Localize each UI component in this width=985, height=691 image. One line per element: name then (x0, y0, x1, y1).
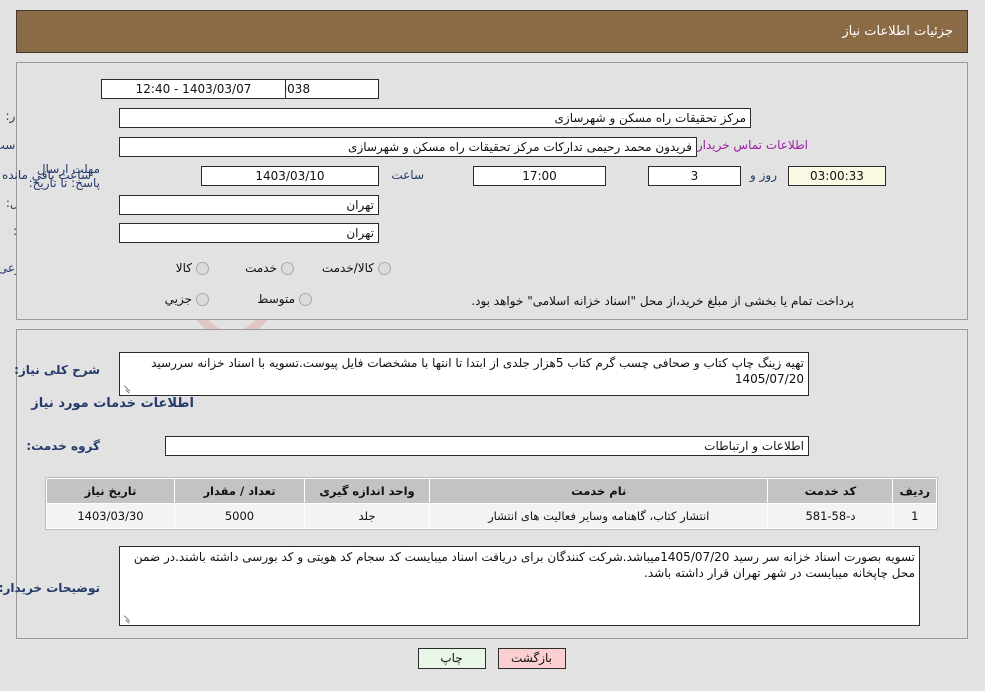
table-header-row: ردیف کد خدمت نام خدمت واحد اندازه گیری ت… (47, 478, 938, 504)
buyer-notes-label: توضیحات خریدار: (0, 581, 101, 595)
description-label: شرح کلی نیاز: (15, 363, 101, 377)
description-textarea[interactable]: تهیه زینگ چاپ کتاب و صحافی چسب گرم کتاب … (120, 352, 810, 396)
category-option-kala[interactable]: کالا (167, 261, 210, 275)
city-value: تهران (120, 223, 380, 243)
radio-khedmat-icon[interactable] (282, 261, 295, 275)
cell-need-date: 1403/03/30 (47, 503, 176, 529)
radio-kala-icon[interactable] (197, 261, 210, 275)
back-button[interactable]: بازگشت (498, 648, 567, 669)
services-table-wrap: ردیف کد خدمت نام خدمت واحد اندازه گیری ت… (46, 477, 939, 530)
page-root: AriaTender.net جزئیات اطلاعات نیاز شماره… (0, 0, 985, 691)
radio-jozee-icon[interactable] (197, 292, 210, 306)
category-option-kala-khedmat[interactable]: کالا/خدمت (313, 261, 392, 275)
print-button[interactable]: چاپ (418, 648, 487, 669)
col-name: نام خدمت (429, 478, 770, 504)
buyer-contact-link[interactable]: اطلاعات تماس خریدار (698, 138, 809, 152)
deadline-hour-label: ساعت (392, 168, 425, 182)
payment-note: پرداخت تمام یا بخشی از مبلغ خرید،از محل … (472, 294, 855, 308)
remaining-days-label: روز و (751, 168, 778, 182)
resize-handle-icon[interactable] (123, 614, 133, 624)
service-group-label: گروه خدمت: (27, 439, 101, 453)
col-need-date: تاریخ نیاز (47, 478, 176, 504)
cell-index: 1 (893, 503, 938, 529)
category-option-khedmat[interactable]: خدمت (236, 261, 295, 275)
announce-datetime-value: 12:40 - 1403/03/07 (102, 79, 287, 99)
need-info-panel (17, 62, 969, 320)
page-title-bar: جزئیات اطلاعات نیاز (17, 10, 969, 53)
province-value: تهران (120, 195, 380, 215)
description-value: تهیه زینگ چاپ کتاب و صحافی چسب گرم کتاب … (152, 356, 805, 386)
col-quantity: تعداد / مقدار (175, 478, 306, 504)
deadline-date-value: 1403/03/10 (202, 166, 380, 186)
col-unit: واحد اندازه گیری (305, 478, 431, 504)
col-index: ردیف (893, 478, 938, 504)
requester-value: فریدون محمد رحیمی تدارکات مرکز تحقیقات ر… (120, 137, 698, 157)
cell-name: انتشار کتاب، گاهنامه وسایر فعالیت های ان… (429, 503, 770, 529)
services-heading: اطلاعات خدمات مورد نیاز (32, 396, 195, 411)
cell-code: د-58-581 (768, 503, 895, 529)
process-option-motavaset-label: متوسط (258, 292, 296, 306)
category-option-kala-khedmat-label: کالا/خدمت (322, 261, 375, 275)
buyer-org-value: مرکز تحقیقات راه مسکن و شهرسازی (120, 108, 752, 128)
buyer-notes-textarea[interactable]: تسویه بصورت اسناد خزانه سر رسید 1405/07/… (120, 546, 921, 626)
deadline-time-value: 17:00 (474, 166, 607, 186)
remaining-days-value: 3 (649, 166, 742, 186)
process-option-jozee-label: جزیي (165, 292, 193, 306)
category-option-khedmat-label: خدمت (246, 261, 278, 275)
col-code: کد خدمت (768, 478, 895, 504)
process-option-jozee[interactable]: جزیي (156, 292, 210, 306)
countdown-timer-label: ساعت باقي مانده (2, 168, 92, 182)
action-button-bar: بازگشت چاپ (0, 648, 985, 669)
countdown-timer-value: 03:00:33 (789, 166, 887, 186)
page-title: جزئیات اطلاعات نیاز (843, 24, 954, 39)
table-row[interactable]: 1 د-58-581 انتشار کتاب، گاهنامه وسایر فع… (47, 503, 938, 529)
service-group-value: اطلاعات و ارتباطات (166, 436, 810, 456)
resize-handle-icon[interactable] (123, 384, 133, 394)
services-table: ردیف کد خدمت نام خدمت واحد اندازه گیری ت… (47, 478, 938, 529)
buyer-notes-value: تسویه بصورت اسناد خزانه سر رسید 1405/07/… (134, 550, 916, 580)
process-option-motavaset[interactable]: متوسط (248, 292, 313, 306)
cell-unit: جلد (305, 503, 431, 529)
radio-motavaset-icon[interactable] (300, 292, 313, 306)
cell-quantity: 5000 (175, 503, 306, 529)
radio-kala-khedmat-icon[interactable] (379, 261, 392, 275)
category-option-kala-label: کالا (176, 261, 193, 275)
